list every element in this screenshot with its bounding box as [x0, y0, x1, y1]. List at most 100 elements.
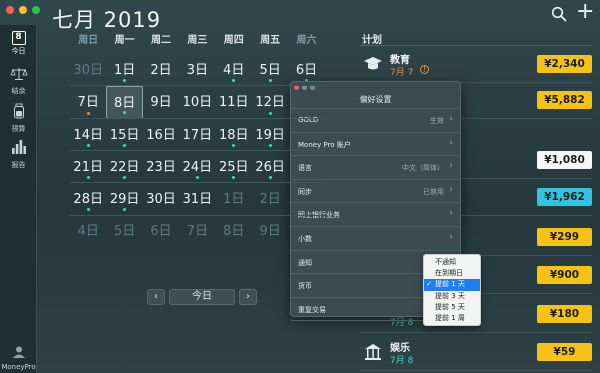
chevron-right-icon: ›	[449, 137, 453, 148]
sidebar-item-report[interactable]: 报告	[0, 139, 37, 170]
calendar-day[interactable]: 28日	[70, 183, 106, 215]
zoom-window-button[interactable]	[32, 6, 40, 14]
plan-row[interactable]: 娱乐 7月 8 ¥59	[360, 335, 592, 371]
plan-row[interactable]: 教育 7月 7! ¥2,340	[360, 47, 592, 83]
sidebar-item-today[interactable]: 8 今日	[0, 31, 37, 56]
calendar-day[interactable]: 23日	[143, 151, 179, 183]
calendar-day[interactable]: 11日	[216, 86, 252, 118]
sidebar-item-label: 今日	[11, 47, 26, 55]
close-window-button[interactable]	[6, 6, 14, 14]
menu-item[interactable]: 提前 1 周	[424, 313, 480, 324]
calendar-day[interactable]: 22日	[106, 151, 142, 183]
calendar-today-icon: 8	[11, 31, 26, 45]
calendar-day[interactable]: 9日	[143, 86, 179, 118]
menu-item-label: 提前 5 天	[435, 302, 465, 311]
event-dot	[86, 111, 90, 115]
calendar-day[interactable]: 3日	[179, 54, 215, 86]
day-number: 9日	[150, 95, 172, 111]
calendar-day[interactable]: 2日	[143, 54, 179, 86]
calendar-day[interactable]: 10日	[179, 86, 215, 118]
sidebar-item-label: 预算	[11, 125, 26, 133]
calendar-day[interactable]: 17日	[179, 119, 215, 151]
calendar-day[interactable]: 30日	[143, 183, 179, 215]
preference-row[interactable]: 语言 中文（简体） ›	[291, 156, 460, 180]
chevron-left-icon: ‹	[154, 291, 158, 302]
amount-button[interactable]: ¥1,962	[537, 188, 592, 206]
preference-row[interactable]: GOLD 生效 ›	[291, 109, 460, 133]
calendar-day[interactable]: 18日	[216, 119, 252, 151]
next-month-button[interactable]: ›	[239, 289, 257, 305]
calendar-day[interactable]: 16日	[143, 119, 179, 151]
calendar-day[interactable]: 30日	[70, 54, 106, 86]
calendar-day[interactable]: 5日	[252, 54, 288, 86]
day-number: 3日	[186, 63, 208, 78]
sidebar-item-balance[interactable]: 结余	[0, 66, 37, 96]
calendar-day[interactable]: 14日	[70, 119, 106, 151]
sidebar-item-budget[interactable]: 预算	[0, 103, 37, 134]
preference-row[interactable]: 小数 ›	[291, 227, 460, 251]
today-button[interactable]: 今日	[169, 289, 235, 305]
bar-chart-icon	[11, 140, 26, 154]
sidebar-user[interactable]: MoneyPro	[0, 343, 37, 371]
calendar-day-selected[interactable]: 8日	[106, 86, 143, 119]
amount-button[interactable]: ¥59	[537, 343, 592, 361]
calendar-day[interactable]: 1日	[216, 183, 252, 215]
amount-button[interactable]: ¥900	[537, 266, 592, 284]
search-icon[interactable]	[551, 6, 567, 22]
calendar-day[interactable]: 7日	[70, 86, 106, 118]
amount-button[interactable]: ¥1,080	[537, 151, 592, 169]
alert-icon: !	[420, 65, 429, 74]
notification-dropdown: 不通知在到期日 ✓ 提前 1 天提前 3 天提前 5 天提前 1 周	[423, 254, 481, 326]
menu-item[interactable]: 不通知	[424, 257, 480, 268]
event-dot	[232, 143, 236, 147]
amount-button[interactable]: ¥299	[537, 228, 592, 246]
preference-row[interactable]: 同步 已禁用 ›	[291, 180, 460, 204]
add-icon[interactable]: +	[576, 1, 594, 23]
preference-label: 同步	[298, 187, 312, 196]
calendar-day[interactable]: 21日	[70, 151, 106, 183]
calendar-day[interactable]: 4日	[70, 215, 106, 247]
weekday-label: 周四	[223, 35, 244, 46]
calendar-day[interactable]: 12日	[252, 86, 288, 118]
event-dot	[123, 176, 127, 180]
calendar-day[interactable]: 15日	[106, 119, 142, 151]
amount-button[interactable]: ¥5,882	[537, 91, 592, 109]
chevron-right-icon: ›	[449, 114, 453, 124]
calendar-day[interactable]: 31日	[179, 183, 215, 215]
calendar-day[interactable]: 9日	[252, 215, 288, 247]
calendar-day[interactable]: 2日	[252, 183, 288, 215]
calendar-day[interactable]: 1日	[106, 54, 142, 86]
divider	[360, 45, 592, 46]
event-dot	[123, 110, 127, 114]
calendar-day[interactable]: 4日	[216, 54, 252, 86]
amount-button[interactable]: ¥180	[537, 305, 592, 323]
menu-item[interactable]: 在到期日	[424, 268, 480, 279]
menu-item[interactable]: 提前 5 天	[424, 302, 480, 313]
minimize-window-button[interactable]	[19, 6, 27, 14]
page-title: 七月 2019	[52, 8, 162, 32]
plan-title: 计划	[362, 35, 382, 46]
calendar-day[interactable]: 19日	[252, 119, 288, 151]
event-dot	[268, 176, 272, 180]
day-number: 7日	[186, 224, 208, 240]
amount-button[interactable]: ¥2,340	[537, 55, 592, 73]
day-number: 21日	[73, 159, 103, 175]
calendar-day[interactable]: 5日	[106, 215, 142, 247]
day-number: 24日	[182, 159, 213, 175]
menu-item[interactable]: 提前 3 天	[424, 291, 480, 302]
calendar-day[interactable]: 24日	[179, 151, 215, 183]
calendar-day[interactable]: 29日	[106, 183, 142, 215]
weekday-label: 周六	[296, 35, 317, 46]
calendar-day[interactable]: 7日	[179, 215, 215, 247]
menu-item-label: 不通知	[435, 258, 456, 266]
prev-month-button[interactable]: ‹	[147, 289, 165, 305]
preference-row[interactable]: Money Pro 账户 ›	[291, 133, 460, 157]
user-name: MoneyPro	[1, 363, 36, 371]
menu-item[interactable]: ✓ 提前 1 天	[424, 279, 480, 291]
calendar-day[interactable]: 26日	[252, 151, 288, 183]
calendar-day[interactable]: 8日	[216, 215, 252, 247]
day-number: 26日	[255, 159, 285, 175]
calendar-day[interactable]: 25日	[216, 151, 252, 183]
day-number: 6日	[150, 224, 172, 240]
calendar-day[interactable]: 6日	[143, 215, 179, 247]
